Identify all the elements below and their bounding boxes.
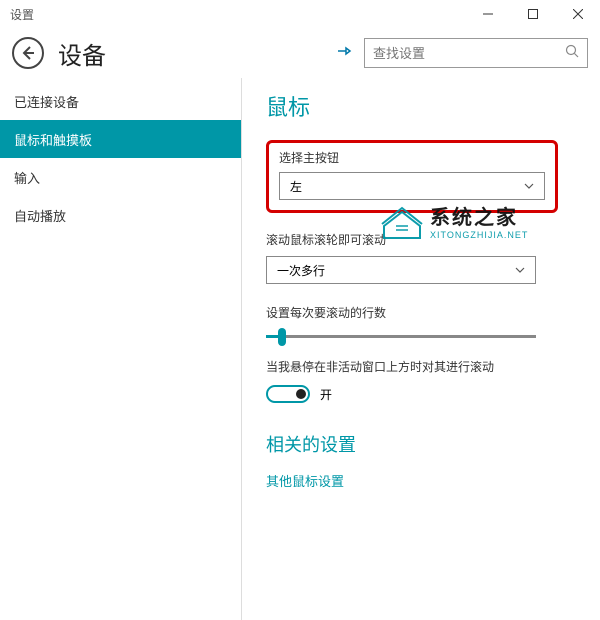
lines-per-scroll-label: 设置每次要滚动的行数: [266, 304, 576, 321]
highlighted-setting: 选择主按钮 左: [266, 140, 558, 213]
pin-button[interactable]: [336, 43, 352, 64]
primary-button-select[interactable]: 左: [279, 172, 545, 200]
search-box[interactable]: [364, 38, 588, 68]
main-panel: 鼠标 选择主按钮 左 滚动鼠标滚轮即可滚动 一次多行 设置每次要滚动的行数: [242, 78, 600, 620]
window-title: 设置: [10, 6, 34, 23]
slider-thumb[interactable]: [278, 328, 286, 346]
pin-icon: [336, 43, 352, 59]
related-settings-title: 相关的设置: [266, 431, 576, 457]
other-mouse-settings-link[interactable]: 其他鼠标设置: [266, 471, 576, 490]
sidebar-item-typing[interactable]: 输入: [0, 158, 241, 196]
chevron-down-icon: [524, 181, 534, 192]
search-icon: [565, 44, 579, 63]
sidebar-item-mouse-touchpad[interactable]: 鼠标和触摸板: [0, 120, 241, 158]
toggle-state-label: 开: [320, 386, 332, 403]
inactive-hover-label: 当我悬停在非活动窗口上方时对其进行滚动: [266, 358, 576, 375]
sidebar-item-label: 鼠标和触摸板: [14, 130, 92, 149]
select-value: 一次多行: [277, 262, 325, 279]
back-button[interactable]: [12, 37, 44, 69]
inactive-hover-toggle[interactable]: [266, 385, 310, 403]
content-area: 已连接设备 鼠标和触摸板 输入 自动播放 鼠标 选择主按钮 左 滚动鼠标滚轮即可…: [0, 78, 600, 620]
sidebar-item-label: 输入: [14, 168, 40, 187]
sidebar-item-label: 已连接设备: [14, 92, 79, 111]
back-arrow-icon: [20, 45, 36, 61]
scroll-wheel-label: 滚动鼠标滚轮即可滚动: [266, 231, 576, 248]
sidebar: 已连接设备 鼠标和触摸板 输入 自动播放: [0, 78, 242, 620]
minimize-button[interactable]: [465, 0, 510, 28]
search-input[interactable]: [373, 46, 565, 61]
close-icon: [573, 9, 583, 19]
page-title: 设备: [58, 36, 336, 71]
window-controls: [465, 0, 600, 28]
window-titlebar: 设置: [0, 0, 600, 28]
primary-button-label: 选择主按钮: [279, 149, 545, 166]
chevron-down-icon: [515, 265, 525, 276]
sidebar-item-autoplay[interactable]: 自动播放: [0, 196, 241, 234]
section-title-mouse: 鼠标: [266, 90, 576, 122]
minimize-icon: [483, 9, 493, 19]
lines-slider[interactable]: [266, 335, 536, 338]
lines-per-scroll-setting: 设置每次要滚动的行数: [266, 304, 576, 338]
scroll-wheel-select[interactable]: 一次多行: [266, 256, 536, 284]
page-header: 设备: [0, 28, 600, 78]
maximize-button[interactable]: [510, 0, 555, 28]
close-button[interactable]: [555, 0, 600, 28]
maximize-icon: [528, 9, 538, 19]
sidebar-item-label: 自动播放: [14, 206, 66, 225]
scroll-wheel-setting: 滚动鼠标滚轮即可滚动 一次多行: [266, 231, 576, 284]
toggle-knob: [296, 389, 306, 399]
inactive-hover-setting: 当我悬停在非活动窗口上方时对其进行滚动 开: [266, 358, 576, 403]
sidebar-item-connected-devices[interactable]: 已连接设备: [0, 82, 241, 120]
select-value: 左: [290, 178, 302, 195]
